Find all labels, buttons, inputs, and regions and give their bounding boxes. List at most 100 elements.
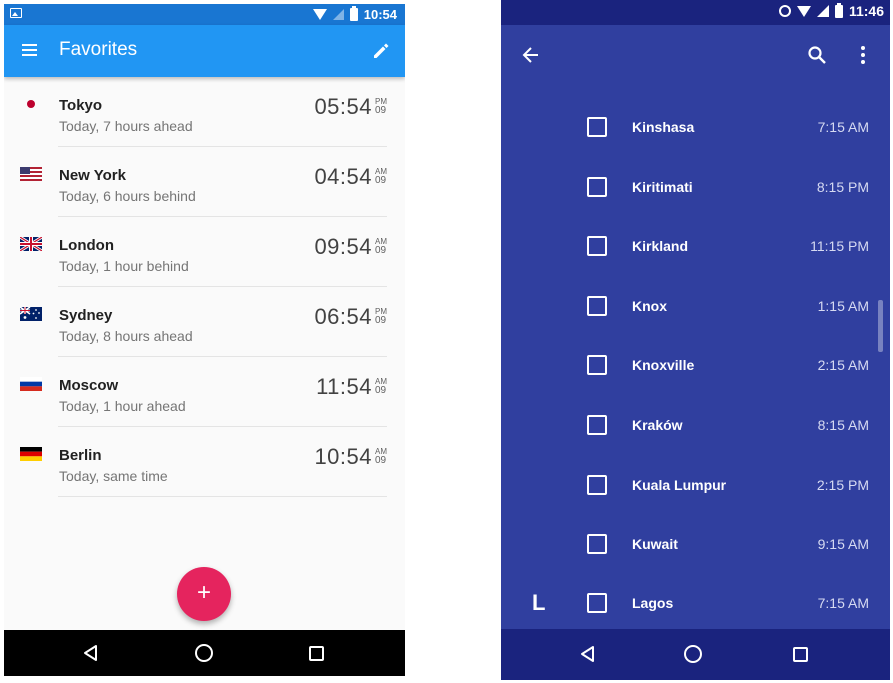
- city-name: Berlin: [59, 447, 102, 464]
- timezone-row[interactable]: Kraków 8:15 AM: [501, 396, 890, 455]
- timezone-row[interactable]: Kirkland 11:15 PM: [501, 217, 890, 276]
- timezone-name: Kinshasa: [632, 119, 695, 135]
- timezone-name: Knoxville: [632, 357, 695, 373]
- timezone-picker-screen: 11:46 Kinshasa 7:15 AM Kiritimati 8:15 P…: [501, 0, 890, 680]
- menu-icon[interactable]: [22, 44, 37, 56]
- time-value: 04:54: [314, 164, 372, 189]
- timezone-checkbox[interactable]: [587, 177, 607, 197]
- timezone-checkbox[interactable]: [587, 355, 607, 375]
- japan-flag-icon: [20, 97, 42, 111]
- russia-flag-icon: [20, 377, 42, 391]
- timezone-time: 7:15 AM: [817, 119, 869, 135]
- usa-flag-icon: [20, 167, 42, 181]
- image-notification-icon: [10, 8, 22, 18]
- status-time: 11:46: [848, 3, 884, 19]
- wifi-icon: [796, 5, 811, 17]
- no-signal-icon: [332, 9, 344, 20]
- city-name: London: [59, 237, 114, 254]
- timezone-name: Kuwait: [632, 536, 678, 552]
- local-time: 06:54 PM 09: [314, 304, 387, 330]
- alarm-icon: [778, 5, 791, 17]
- favorite-row[interactable]: Moscow Today, 1 hour ahead 11:54 AM 09: [4, 357, 405, 427]
- city-name: Moscow: [59, 377, 119, 394]
- favorite-row[interactable]: London Today, 1 hour behind 09:54 AM 09: [4, 217, 405, 287]
- time-value: 09:54: [314, 234, 372, 259]
- nav-home-icon[interactable]: [684, 645, 702, 663]
- favorite-row[interactable]: Tokyo Today, 7 hours ahead 05:54 PM 09: [4, 77, 405, 147]
- timezone-time: 2:15 PM: [816, 477, 869, 493]
- day-label: 09: [375, 105, 387, 116]
- timezone-name: Lagos: [632, 595, 674, 611]
- timezone-row[interactable]: Kuala Lumpur 2:15 PM: [501, 456, 890, 515]
- timezone-time: 2:15 AM: [817, 357, 869, 373]
- navigation-bar: [501, 629, 890, 680]
- battery-icon: [349, 6, 358, 21]
- timezone-time: 11:15 PM: [810, 238, 869, 254]
- timezone-row[interactable]: Kuwait 9:15 AM: [501, 515, 890, 574]
- navigation-bar: [4, 630, 405, 676]
- city-name: Sydney: [59, 307, 113, 324]
- favorite-row[interactable]: Sydney Today, 8 hours ahead 06:54 PM 09: [4, 287, 405, 357]
- time-difference: Today, 7 hours ahead: [59, 118, 193, 134]
- local-time: 05:54 PM 09: [314, 94, 387, 120]
- wifi-icon: [312, 9, 327, 20]
- day-label: 09: [375, 175, 387, 186]
- timezone-checkbox[interactable]: [587, 475, 607, 495]
- status-time: 10:54: [363, 7, 397, 22]
- day-label: 09: [375, 385, 387, 396]
- timezone-checkbox[interactable]: [587, 593, 607, 613]
- timezone-name: Kraków: [632, 417, 683, 433]
- day-label: 09: [375, 455, 387, 466]
- status-bar: 11:46: [501, 0, 890, 25]
- timezone-checkbox[interactable]: [587, 296, 607, 316]
- timezone-checkbox[interactable]: [587, 415, 607, 435]
- edit-pencil-icon[interactable]: [371, 41, 391, 61]
- day-label: 09: [375, 315, 387, 326]
- time-value: 10:54: [314, 444, 372, 469]
- local-time: 11:54 AM 09: [316, 374, 387, 400]
- nav-recents-icon[interactable]: [793, 647, 808, 662]
- time-value: 05:54: [314, 94, 372, 119]
- timezone-row[interactable]: Kiritimati 8:15 PM: [501, 158, 890, 217]
- city-name: Tokyo: [59, 97, 103, 114]
- search-icon[interactable]: [807, 45, 827, 65]
- timezone-row[interactable]: Knoxville 2:15 AM: [501, 336, 890, 395]
- germany-flag-icon: [20, 447, 42, 461]
- nav-home-icon[interactable]: [195, 644, 213, 662]
- timezone-checkbox[interactable]: [587, 236, 607, 256]
- city-name: New York: [59, 167, 126, 184]
- favorite-row[interactable]: New York Today, 6 hours behind 04:54 AM 0…: [4, 147, 405, 217]
- timezone-row[interactable]: Kinshasa 7:15 AM: [501, 98, 890, 157]
- timezone-row[interactable]: Knox 1:15 AM: [501, 277, 890, 336]
- scrollbar-thumb[interactable]: [878, 300, 883, 352]
- local-time: 10:54 AM 09: [314, 444, 387, 470]
- more-options-icon[interactable]: [860, 45, 866, 65]
- battery-charging-icon: [834, 2, 843, 18]
- australia-flag-icon: [20, 307, 42, 321]
- back-arrow-icon[interactable]: [521, 45, 541, 65]
- add-city-button[interactable]: +: [177, 567, 231, 621]
- timezone-time: 7:15 AM: [817, 595, 869, 611]
- status-bar: 10:54: [4, 4, 405, 25]
- timezone-name: Kiritimati: [632, 179, 693, 195]
- timezone-checkbox[interactable]: [587, 534, 607, 554]
- time-value: 06:54: [314, 304, 372, 329]
- app-bar: [501, 25, 890, 87]
- nav-back-icon[interactable]: [82, 644, 100, 662]
- time-difference: Today, 8 hours ahead: [59, 328, 193, 344]
- timezone-row[interactable]: L Lagos 7:15 AM: [501, 574, 890, 633]
- timezone-time: 8:15 AM: [817, 417, 869, 433]
- timezone-time: 8:15 PM: [816, 179, 869, 195]
- signal-icon: [816, 5, 829, 17]
- nav-back-icon[interactable]: [579, 645, 597, 663]
- day-label: 09: [375, 245, 387, 256]
- time-difference: Today, 1 hour ahead: [59, 398, 186, 414]
- timezone-checkbox[interactable]: [587, 117, 607, 137]
- nav-recents-icon[interactable]: [309, 646, 324, 661]
- favorite-row[interactable]: Berlin Today, same time 10:54 AM 09: [4, 427, 405, 497]
- timezone-name: Knox: [632, 298, 667, 314]
- timezone-name: Kirkland: [632, 238, 689, 254]
- timezone-time: 9:15 AM: [817, 536, 869, 552]
- time-difference: Today, same time: [59, 468, 168, 484]
- favorites-screen: 10:54 Favorites Tokyo Today, 7 hours ahe…: [4, 4, 405, 676]
